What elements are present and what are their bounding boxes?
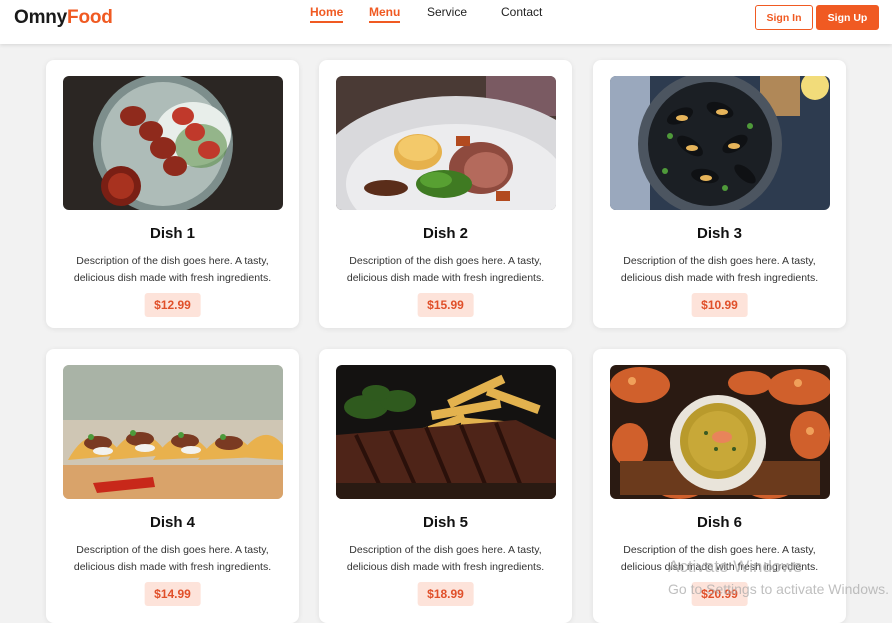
sign-in-button[interactable]: Sign In <box>755 5 813 30</box>
dish-title: Dish 1 <box>149 225 195 242</box>
dish-price: $10.99 <box>691 293 748 317</box>
dish-description: Description of the dish goes here. A tas… <box>346 544 545 573</box>
dish-image-skewers <box>63 76 283 210</box>
dish-description: Description of the dish goes here. A tas… <box>346 255 545 284</box>
dish-card[interactable]: Dish 1 Description of the dish goes here… <box>46 60 299 328</box>
dish-image-soup-crab <box>610 365 830 499</box>
dish-description: Description of the dish goes here. A tas… <box>620 255 819 284</box>
dish-image-tacos <box>63 365 283 499</box>
dish-price: $12.99 <box>144 293 201 317</box>
dish-title: Dish 4 <box>149 514 195 531</box>
logo[interactable]: OmnyFood <box>14 7 113 29</box>
dish-title: Dish 6 <box>696 514 742 531</box>
dish-description: Description of the dish goes here. A tas… <box>73 255 272 284</box>
dish-image-steak-fries <box>336 365 556 499</box>
dish-title: Dish 3 <box>696 225 742 242</box>
dish-card[interactable]: Dish 3 Description of the dish goes here… <box>593 60 846 328</box>
dish-card[interactable]: Dish 6 Description of the dish goes here… <box>593 349 846 623</box>
logo-part-1: Omny <box>14 7 68 28</box>
dish-card[interactable]: Dish 2 Description of the dish goes here… <box>319 60 572 328</box>
dish-image-mussels <box>610 76 830 210</box>
dish-description: Description of the dish goes here. A tas… <box>73 544 272 573</box>
nav-service-link[interactable]: Service <box>427 5 467 19</box>
dish-card[interactable]: Dish 4 Description of the dish goes here… <box>46 349 299 623</box>
logo-part-2: Food <box>67 7 113 28</box>
dish-image-plated-steak <box>336 76 556 210</box>
dish-description: Description of the dish goes here. A tas… <box>620 544 819 573</box>
sign-up-button[interactable]: Sign Up <box>816 5 879 30</box>
nav-menu-link[interactable]: Menu <box>369 5 401 23</box>
dish-title: Dish 5 <box>422 514 468 531</box>
dish-title: Dish 2 <box>422 225 468 242</box>
dish-price: $18.99 <box>417 582 474 606</box>
dish-price: $15.99 <box>417 293 474 317</box>
dish-price: $14.99 <box>144 582 201 606</box>
dish-card[interactable]: Dish 5 Description of the dish goes here… <box>319 349 572 623</box>
nav-contact-link[interactable]: Contact <box>501 5 542 19</box>
navbar: OmnyFood Home Menu Service Contact Sign … <box>0 0 892 44</box>
dish-price: $20.99 <box>691 582 748 606</box>
nav-home-link[interactable]: Home <box>310 5 344 23</box>
